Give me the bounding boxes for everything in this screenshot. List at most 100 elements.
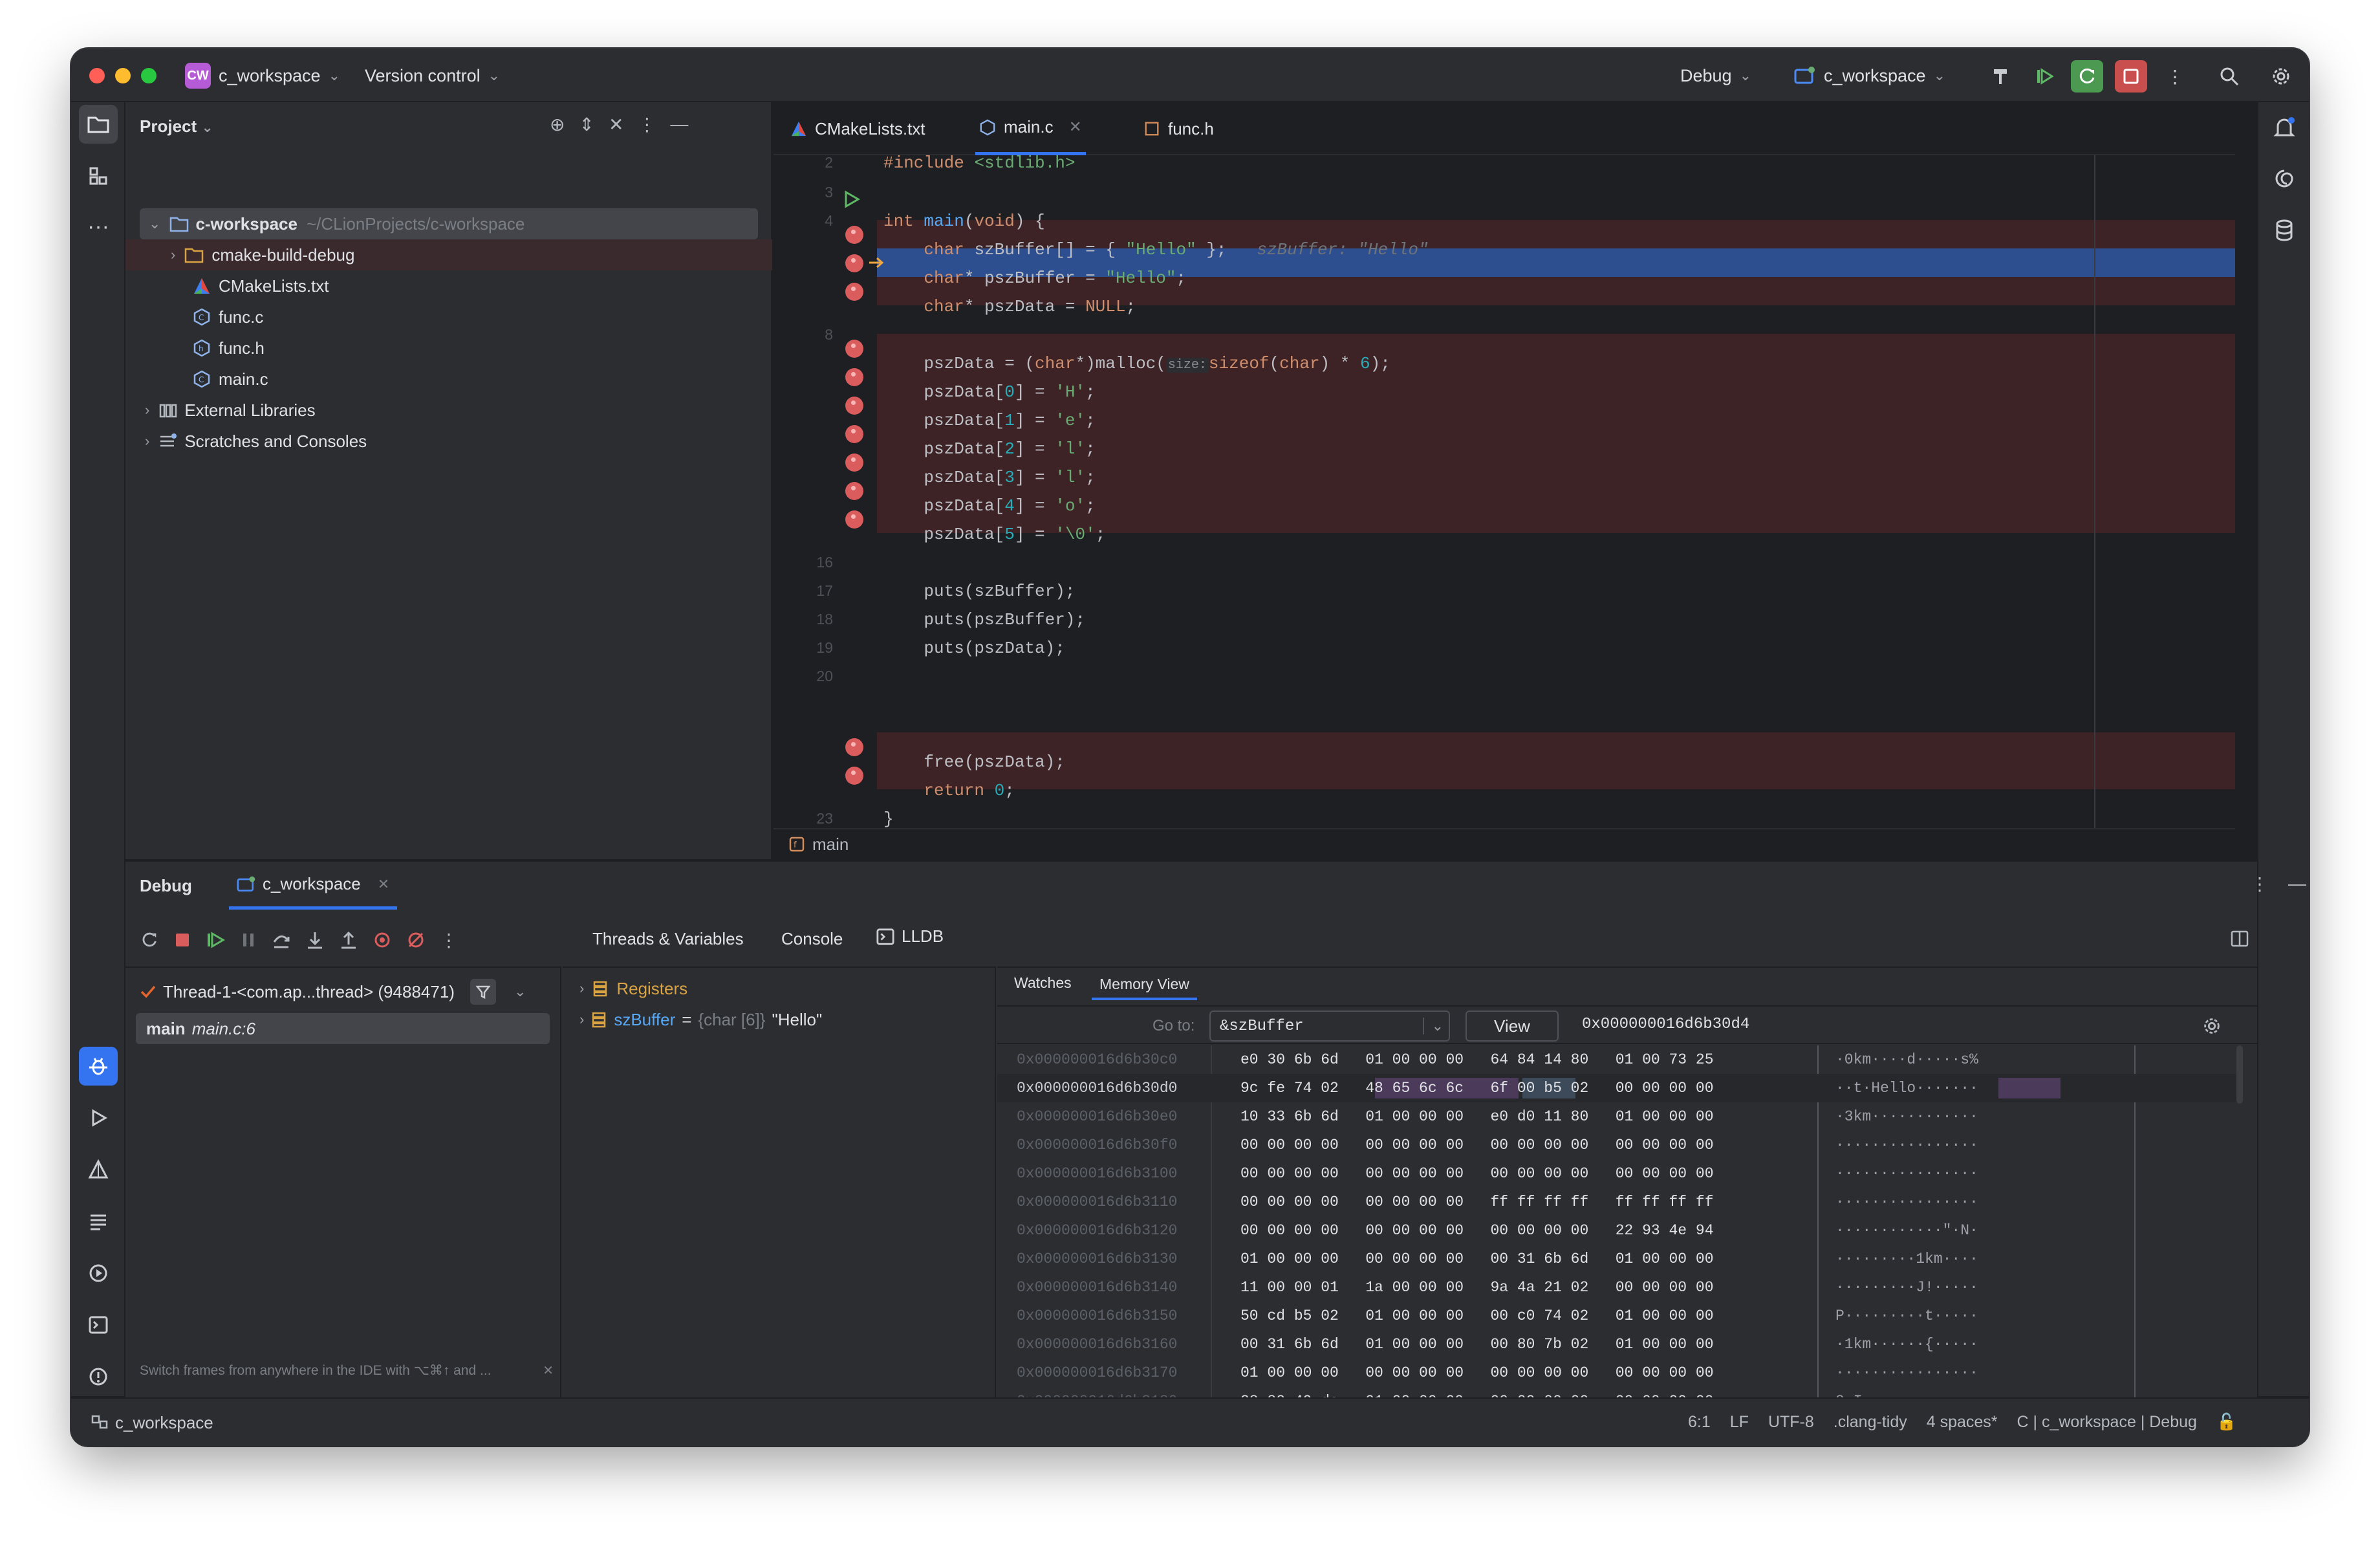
- memory-settings-gear-icon[interactable]: [2202, 1016, 2222, 1036]
- stop-icon[interactable]: [2115, 60, 2147, 93]
- terminal-icon[interactable]: [79, 1306, 118, 1344]
- frame-main[interactable]: main main.c:6: [136, 1013, 550, 1044]
- memory-dump[interactable]: 0x000000016d6b30c0 e0 30 6b 6d 01 00 00 0…: [997, 1045, 2257, 1399]
- memory-row[interactable]: 0x000000016d6b30c0 e0 30 6b 6d 01 00 00 0…: [997, 1045, 2006, 1074]
- var-registers[interactable]: › Registers: [579, 974, 687, 1003]
- minimize-window-button[interactable]: [115, 68, 131, 83]
- breakpoint-icon[interactable]: [845, 254, 863, 272]
- close-window-button[interactable]: [89, 68, 105, 83]
- close-tab-icon[interactable]: ✕: [1069, 118, 1082, 137]
- tree-item-func-h[interactable]: h func.h: [125, 333, 772, 364]
- tree-item-main-c[interactable]: C main.c: [125, 364, 772, 395]
- memory-row[interactable]: 0x000000016d6b30e0 10 33 6b 6d 01 00 00 0…: [997, 1102, 2006, 1131]
- step-into-icon[interactable]: [305, 930, 325, 950]
- stop-icon[interactable]: [173, 931, 191, 949]
- step-out-icon[interactable]: [339, 930, 358, 950]
- run-icon[interactable]: [79, 1098, 118, 1137]
- tab-main-c[interactable]: main.c ✕: [975, 102, 1086, 155]
- vcs-menu[interactable]: Version control ⌄: [365, 59, 500, 93]
- view-breakpoints-icon[interactable]: [373, 930, 392, 950]
- project-tool-folder-icon[interactable]: [79, 105, 118, 144]
- breakpoint-icon[interactable]: [845, 340, 863, 358]
- memory-row[interactable]: 0x000000016d6b3110 00 00 00 00 00 00 00 0…: [997, 1188, 2006, 1216]
- filter-funnel-icon[interactable]: [470, 979, 496, 1005]
- build-hammer-icon[interactable]: [1984, 60, 2017, 93]
- memory-row[interactable]: 0x000000016d6b3130 01 00 00 00 00 00 00 0…: [997, 1245, 2006, 1273]
- more-debug-actions-icon[interactable]: ⋮: [440, 930, 458, 951]
- messages-lines-icon[interactable]: [79, 1202, 118, 1241]
- rerun-icon[interactable]: [140, 930, 159, 950]
- breakpoint-icon[interactable]: [845, 425, 863, 443]
- expand-all-icon[interactable]: ⇕: [579, 114, 594, 135]
- var-szbuffer[interactable]: › szBuffer = {char [6]} "Hello": [579, 1005, 822, 1034]
- run-gutter-icon[interactable]: [843, 190, 860, 208]
- breakpoint-icon[interactable]: [845, 767, 863, 785]
- breakpoint-icon[interactable]: [845, 368, 863, 386]
- breakpoint-icon[interactable]: [845, 454, 863, 472]
- target-selector[interactable]: c_workspace ⌄: [1794, 59, 1945, 93]
- tab-cmakelists[interactable]: CMakeLists.txt: [790, 102, 925, 155]
- status-project[interactable]: c_workspace: [115, 1413, 213, 1433]
- breakpoint-icon[interactable]: [845, 510, 863, 529]
- problems-icon[interactable]: [79, 1357, 118, 1396]
- status-clang-tidy[interactable]: .clang-tidy: [1834, 1413, 1907, 1432]
- status-indent[interactable]: 4 spaces*: [1927, 1413, 1998, 1432]
- breakpoint-icon[interactable]: [845, 482, 863, 500]
- debug-options-icon[interactable]: ⋮: [2251, 873, 2269, 895]
- memory-row[interactable]: 0x000000016d6b30d0 9c fe 74 02 48 65 6c 6…: [997, 1074, 2006, 1102]
- memory-row[interactable]: 0x000000016d6b3160 00 31 6b 6d 01 00 00 0…: [997, 1330, 2006, 1359]
- goto-input[interactable]: &szBuffer ⌄: [1209, 1011, 1450, 1042]
- pause-icon[interactable]: [239, 931, 257, 949]
- run-config-selector[interactable]: Debug ⌄: [1680, 59, 1751, 93]
- tree-item-scratches[interactable]: › Scratches and Consoles: [125, 426, 772, 457]
- tree-item-cmake-build-debug[interactable]: › cmake-build-debug: [125, 239, 772, 270]
- structure-icon[interactable]: [79, 157, 118, 195]
- tab-memory-view[interactable]: Memory View: [1092, 968, 1197, 1000]
- options-more-icon[interactable]: ⋮: [638, 114, 656, 135]
- collapse-all-icon[interactable]: ✕: [609, 114, 623, 135]
- status-line-separator[interactable]: LF: [1730, 1413, 1749, 1432]
- memory-row[interactable]: 0x000000016d6b3100 00 00 00 00 00 00 00 0…: [997, 1159, 2006, 1188]
- memory-row[interactable]: 0x000000016d6b3120 00 00 00 00 00 00 00 0…: [997, 1216, 2006, 1245]
- tab-func-h[interactable]: func.h: [1143, 102, 1214, 155]
- tree-root-c-workspace[interactable]: ⌄ c-workspace ~/CLionProjects/c-workspac…: [140, 208, 758, 239]
- tree-item-cmakelists[interactable]: CMakeLists.txt: [125, 270, 772, 301]
- project-panel-title[interactable]: Project ⌄: [140, 116, 213, 137]
- thread-selector[interactable]: Thread-1-<com.ap...thread> (9488471) ⌄: [140, 976, 554, 1008]
- tab-console[interactable]: Console: [781, 929, 843, 949]
- more-actions-icon[interactable]: ⋮: [2159, 60, 2191, 93]
- tab-lldb[interactable]: LLDB: [876, 926, 944, 946]
- chevron-down-icon[interactable]: ⌄: [514, 983, 526, 1000]
- database-icon[interactable]: [2273, 219, 2296, 242]
- status-encoding[interactable]: UTF-8: [1768, 1413, 1814, 1432]
- resume-icon[interactable]: [206, 930, 225, 950]
- more-tools-icon[interactable]: ···: [79, 207, 118, 246]
- lock-icon[interactable]: 🔓: [2216, 1413, 2236, 1432]
- hide-debug-icon[interactable]: —: [2288, 873, 2306, 895]
- status-context[interactable]: C | c_workspace | Debug: [2017, 1413, 2197, 1432]
- breadcrumb-main[interactable]: main: [812, 835, 849, 855]
- mute-breakpoints-icon[interactable]: [406, 930, 426, 950]
- breakpoint-icon[interactable]: [845, 283, 863, 301]
- cmake-triangle-icon[interactable]: [79, 1150, 118, 1189]
- rerun-debug-icon[interactable]: [2071, 60, 2103, 93]
- layout-toggle-icon[interactable]: [2230, 929, 2249, 948]
- chevron-down-icon[interactable]: ⌄: [1422, 1018, 1444, 1034]
- status-caret-position[interactable]: 6:1: [1688, 1413, 1711, 1432]
- memory-row[interactable]: 0x000000016d6b3170 01 00 00 00 00 00 00 0…: [997, 1359, 2006, 1387]
- memory-row[interactable]: 0x000000016d6b3140 11 00 00 01 1a 00 00 0…: [997, 1273, 2006, 1302]
- code-editor[interactable]: 2 3 4 8 16 17 18 19 20 23 #include <stdl…: [774, 155, 2235, 828]
- memory-scrollbar[interactable]: [2236, 1045, 2243, 1104]
- view-button[interactable]: View: [1466, 1011, 1559, 1042]
- debug-bug-icon[interactable]: [79, 1047, 118, 1086]
- memory-row[interactable]: 0x000000016d6b30f0 00 00 00 00 00 00 00 0…: [997, 1131, 2006, 1159]
- step-over-icon[interactable]: [272, 930, 291, 950]
- ai-assistant-spiral-icon[interactable]: [2273, 167, 2296, 190]
- settings-gear-icon[interactable]: [2265, 60, 2297, 93]
- zoom-window-button[interactable]: [141, 68, 157, 83]
- breakpoint-icon[interactable]: [845, 738, 863, 756]
- close-hint-icon[interactable]: ✕: [543, 1362, 554, 1379]
- hide-panel-icon[interactable]: —: [670, 114, 688, 135]
- project-switcher[interactable]: CW c_workspace ⌄: [185, 59, 340, 93]
- locate-crosshair-icon[interactable]: ⊕: [550, 114, 565, 135]
